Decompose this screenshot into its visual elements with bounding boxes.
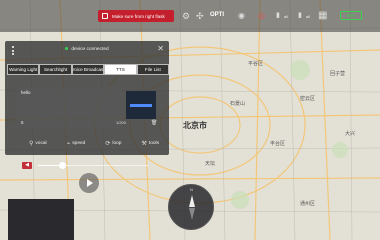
gps-text: all [284, 14, 289, 19]
preview-bar [130, 104, 152, 107]
warning-icon [102, 13, 108, 19]
loop-icon: ⟳ [105, 141, 111, 147]
volume-knob[interactable] [58, 162, 66, 169]
settings-icon[interactable]: ⚙ [182, 10, 190, 22]
map-place-label: 大兴 [345, 131, 356, 137]
tab-voice-broadcast[interactable]: Voice Broadcast [71, 64, 105, 75]
map-place-label: 平谷区 [248, 61, 264, 67]
vocal-label: vocal [35, 141, 47, 146]
loop-button[interactable]: ⟳ loop [105, 140, 121, 147]
speed-icon: ⌁ [66, 141, 71, 147]
tts-text-content: hello [21, 90, 31, 95]
gps-icon: ▮ [276, 12, 280, 19]
speaker-control-panel: device connected ✕ Warning Light Searchl… [5, 41, 170, 155]
person-icon: ⚲ [29, 141, 34, 147]
tools-button[interactable]: ⚒ tools [141, 140, 159, 147]
tab-file-list[interactable]: File List [136, 64, 170, 75]
connection-status: device connected [5, 47, 169, 52]
top-status-bar: Make sure from right flask ⚙ ✣ OPTI ◉ ◎ … [0, 0, 380, 32]
tts-counter-label: 1/200 [116, 120, 127, 125]
vocal-button[interactable]: ⚲ vocal [29, 140, 47, 147]
volume-icon[interactable]: ◀ [22, 162, 32, 169]
tab-warning-light[interactable]: Warning Light [7, 64, 40, 75]
map-place-label: 通州区 [300, 201, 316, 207]
rc-signal-text: all [306, 14, 311, 19]
map-place-label: 密云区 [300, 96, 316, 102]
signal-icon: ◉ [238, 11, 245, 20]
grid-icon[interactable]: ▦ [318, 10, 327, 22]
compass-needle-north [189, 195, 195, 207]
tts-actions: ⚲ vocal ⌁ speed ⟳ loop ⚒ tools [29, 140, 159, 147]
status-dot-icon [65, 47, 69, 51]
record-icon[interactable]: ◎ [258, 10, 265, 22]
warning-text: Make sure from right flask [112, 13, 165, 19]
tab-searchlight[interactable]: SearchlIght [39, 64, 72, 75]
play-button[interactable] [79, 173, 99, 193]
map-place-label: 丰台区 [270, 141, 286, 147]
tab-tts[interactable]: TTS [104, 64, 137, 75]
tts-text-area[interactable]: hello 5 [17, 87, 123, 129]
drone-icon: ✣ [196, 11, 204, 21]
camera-preview[interactable] [8, 199, 74, 240]
rc-signal-icon: ▮ [298, 12, 302, 19]
compass-widget: N [168, 184, 214, 230]
connection-status-text: device connected [71, 47, 109, 52]
battery-indicator: 86% [340, 11, 362, 20]
tts-preview-thumbnail[interactable] [126, 91, 156, 119]
panel-tabs: Warning Light SearchlIght Voice Broadcas… [7, 64, 170, 75]
close-icon[interactable]: ✕ [157, 44, 164, 53]
north-label: N [190, 187, 193, 192]
map-city-label: 北京市 [183, 121, 207, 130]
map-place-label: 天坛 [205, 161, 216, 167]
compass-needle-south [189, 208, 195, 220]
trash-icon[interactable]: 🗑 [151, 120, 157, 126]
speed-button[interactable]: ⌁ speed [67, 140, 86, 147]
warning-banner[interactable]: Make sure from right flask [98, 10, 174, 22]
flight-mode: OPTI [210, 12, 225, 18]
map-place-label: 回子营 [330, 71, 346, 77]
loop-label: loop [112, 141, 122, 146]
speed-label: speed [72, 141, 86, 146]
map-place-label: 石景山 [230, 101, 246, 107]
tts-char-count: 5 [21, 120, 24, 125]
volume-slider[interactable] [38, 162, 148, 169]
tools-icon: ⚒ [141, 141, 147, 147]
tools-label: tools [148, 141, 159, 146]
